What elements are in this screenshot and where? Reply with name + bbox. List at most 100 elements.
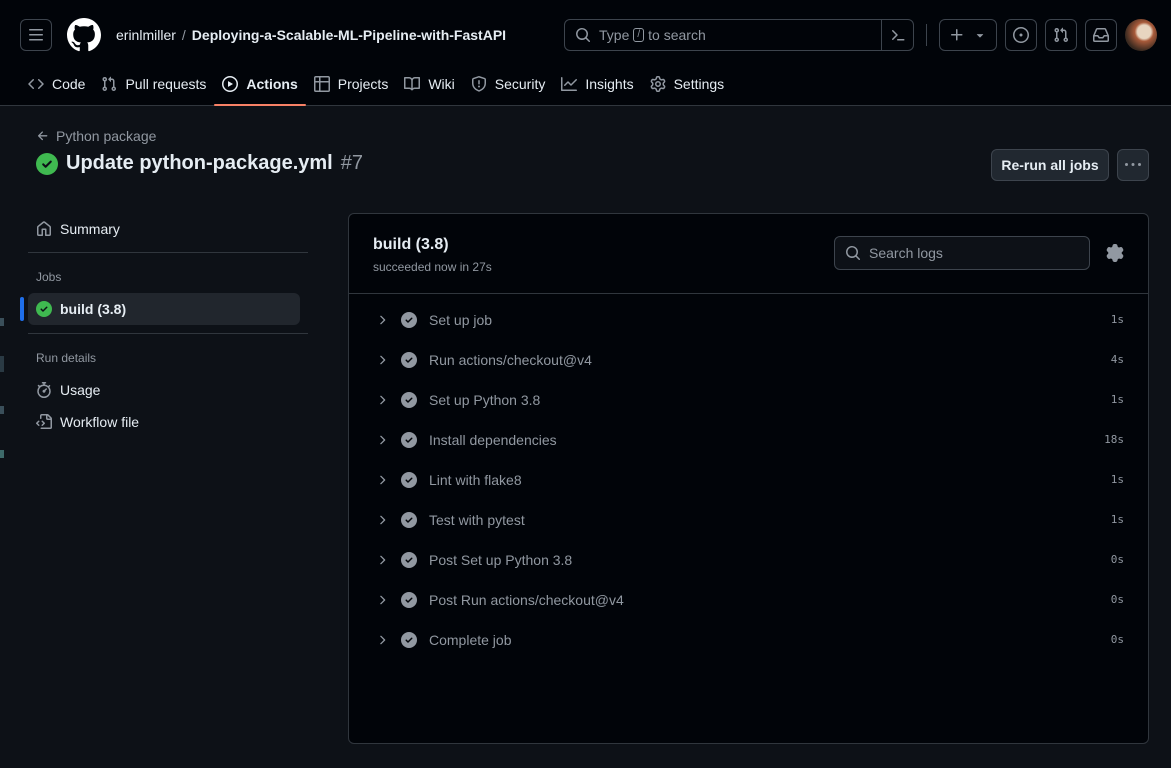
- global-header: erinlmiller / Deploying-a-Scalable-ML-Pipe…: [0, 0, 1171, 106]
- edge-artifact: [0, 406, 4, 414]
- page-title: Update python-package.yml #7: [36, 152, 363, 175]
- chevron-right-icon: [380, 315, 386, 325]
- chevron-right-icon: [380, 475, 386, 485]
- tab-security[interactable]: Security: [463, 62, 554, 106]
- sidebar-item-label: Workflow file: [60, 414, 140, 430]
- check-circle-fill-icon: [401, 432, 417, 448]
- tab-label: Security: [494, 76, 546, 92]
- step-name: Lint with flake8: [429, 472, 522, 488]
- check-circle-fill-icon: [401, 552, 417, 568]
- sidebar-item-label: Summary: [60, 221, 120, 237]
- tab-projects[interactable]: Projects: [306, 62, 397, 106]
- step-duration: 1s: [1110, 313, 1124, 326]
- step-row[interactable]: Set up job 1s: [349, 300, 1148, 340]
- pull-request-icon: [1054, 27, 1069, 43]
- kebab-horizontal-icon: [1125, 163, 1141, 166]
- arrow-left-icon: [37, 131, 48, 141]
- avatar[interactable]: [1125, 19, 1157, 51]
- book-icon: [404, 76, 421, 91]
- step-name: Test with pytest: [429, 512, 525, 528]
- issues-icon: [1013, 27, 1029, 43]
- code-icon: [28, 78, 44, 90]
- search-logs-placeholder: Search logs: [869, 245, 943, 261]
- menu-icon: [29, 29, 43, 41]
- issues-button[interactable]: [1005, 19, 1037, 51]
- inbox-button[interactable]: [1085, 19, 1117, 51]
- search-logs-input[interactable]: Search logs: [834, 236, 1090, 270]
- step-row[interactable]: Complete job 0s: [349, 620, 1148, 660]
- step-duration: 1s: [1110, 393, 1124, 406]
- chevron-right-icon: [380, 555, 386, 565]
- check-circle-fill-icon: [401, 512, 417, 528]
- check-circle-fill-icon: [36, 301, 52, 317]
- header-divider: [926, 24, 927, 46]
- tab-wiki[interactable]: Wiki: [396, 62, 462, 106]
- step-row[interactable]: Test with pytest 1s: [349, 500, 1148, 540]
- chevron-right-icon: [380, 515, 386, 525]
- job-title: build (3.8): [373, 236, 449, 253]
- sidebar-item-build-job[interactable]: build (3.8): [28, 293, 300, 325]
- tab-insights[interactable]: Insights: [553, 62, 641, 106]
- step-name: Run actions/checkout@v4: [429, 352, 592, 368]
- active-indicator: [20, 297, 24, 321]
- check-circle-fill-icon: [36, 152, 58, 175]
- tab-settings[interactable]: Settings: [642, 62, 733, 106]
- command-palette-icon: [891, 30, 904, 41]
- step-row[interactable]: Post Set up Python 3.8 0s: [349, 540, 1148, 580]
- repo-nav: Code Pull requests Actions Projects Wiki…: [20, 62, 732, 106]
- command-palette-button[interactable]: [881, 20, 913, 50]
- step-row[interactable]: Lint with flake8 1s: [349, 460, 1148, 500]
- back-to-workflow-link[interactable]: Python package: [36, 128, 156, 144]
- search-prefix: Type: [599, 27, 630, 43]
- global-search-input[interactable]: Type / to search: [564, 19, 914, 51]
- step-duration: 0s: [1110, 633, 1124, 646]
- edge-artifact: [0, 356, 4, 372]
- create-new-button[interactable]: [939, 19, 997, 51]
- check-circle-fill-icon: [401, 632, 417, 648]
- tab-label: Pull requests: [125, 76, 207, 92]
- chevron-right-icon: [380, 435, 386, 445]
- play-icon: [222, 76, 239, 92]
- chevron-right-icon: [380, 635, 386, 645]
- check-circle-fill-icon: [401, 312, 417, 328]
- repo-separator: /: [181, 27, 186, 43]
- step-duration: 1s: [1110, 473, 1124, 486]
- pull-requests-button[interactable]: [1045, 19, 1077, 51]
- run-details-heading: Run details: [36, 351, 97, 365]
- menu-button[interactable]: [20, 19, 52, 51]
- shield-icon: [471, 76, 486, 92]
- tab-label: Code: [52, 76, 86, 92]
- chevron-right-icon: [380, 355, 386, 365]
- tab-pull-requests[interactable]: Pull requests: [93, 62, 214, 106]
- chevron-down-icon: [976, 34, 984, 38]
- step-name: Post Run actions/checkout@v4: [429, 592, 624, 608]
- repo-name-link[interactable]: Deploying-a-Scalable-ML-Pipeline-with-Fa…: [192, 27, 506, 43]
- step-row[interactable]: Set up Python 3.8 1s: [349, 380, 1148, 420]
- step-list: Set up job 1s Run actions/checkout@v4 4s…: [349, 300, 1148, 660]
- search-suffix: to search: [648, 27, 706, 43]
- sidebar-divider: [28, 252, 308, 253]
- edge-artifact: [0, 318, 4, 326]
- inbox-icon: [1093, 28, 1109, 42]
- step-row[interactable]: Install dependencies 18s: [349, 420, 1148, 460]
- step-duration: 0s: [1110, 553, 1124, 566]
- sidebar-item-workflow-file[interactable]: Workflow file: [28, 406, 300, 438]
- more-options-button[interactable]: [1117, 149, 1149, 181]
- tab-code[interactable]: Code: [20, 62, 93, 106]
- sidebar-item-usage[interactable]: Usage: [28, 374, 300, 406]
- stopwatch-icon: [37, 382, 51, 398]
- chevron-right-icon: [380, 595, 386, 605]
- tab-actions[interactable]: Actions: [214, 62, 307, 106]
- step-duration: 18s: [1104, 433, 1124, 446]
- sidebar-item-summary[interactable]: Summary: [28, 213, 300, 245]
- plus-icon: [951, 29, 963, 41]
- repo-owner-link[interactable]: erinlmiller: [116, 27, 176, 43]
- step-row[interactable]: Run actions/checkout@v4 4s: [349, 340, 1148, 380]
- home-icon: [37, 221, 51, 236]
- step-row[interactable]: Post Run actions/checkout@v4 0s: [349, 580, 1148, 620]
- log-settings-gear-icon[interactable]: [1106, 244, 1124, 262]
- github-logo-icon[interactable]: [67, 18, 101, 52]
- search-icon: [846, 246, 861, 261]
- check-circle-fill-icon: [401, 352, 417, 368]
- rerun-all-jobs-button[interactable]: Re-run all jobs: [991, 149, 1109, 181]
